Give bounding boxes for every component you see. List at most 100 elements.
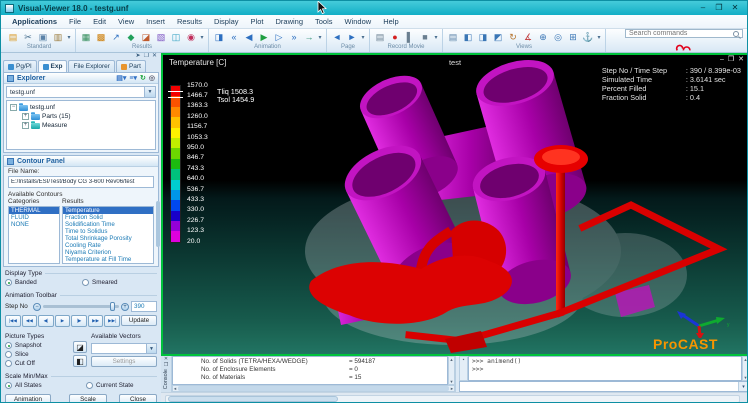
result-temperature[interactable]: Temperature [63, 207, 153, 214]
slice-tool-icon[interactable]: ◪ [73, 341, 87, 353]
rotate-view-icon[interactable]: ↻ [506, 31, 520, 44]
close-panel-button[interactable]: Close [119, 394, 157, 403]
tab-exp[interactable]: Exp [38, 60, 68, 72]
export-animation-icon[interactable]: → [302, 31, 316, 44]
combo-arrow-icon[interactable]: ▼ [144, 87, 155, 97]
cut-plane-icon[interactable]: ◪ [139, 31, 153, 44]
tree-item-measure[interactable]: +Measure [8, 121, 154, 130]
toolbar-overflow-icon[interactable]: ▾ [317, 34, 323, 41]
tree-filter-icon[interactable]: ▤▾ [116, 74, 126, 83]
update-button[interactable]: Update [121, 315, 157, 326]
toolbar-overflow-icon[interactable]: ▾ [66, 34, 72, 41]
menu-view[interactable]: View [113, 16, 139, 27]
console-tab[interactable]: ✕ ❐ Console [161, 356, 172, 392]
play-button[interactable]: ▶ [55, 315, 71, 327]
top-view-icon[interactable]: ◩ [491, 31, 505, 44]
picture-type-radio-snapshot[interactable] [5, 342, 12, 349]
scale-radio-all-states[interactable] [5, 382, 12, 389]
menu-tools[interactable]: Tools [310, 16, 338, 27]
menu-results[interactable]: Results [172, 16, 207, 27]
menu-applications[interactable]: Applications [7, 16, 62, 27]
file-name-input[interactable] [8, 176, 154, 188]
display-type-radio-banded[interactable] [5, 279, 12, 286]
picture-type-radio-slice[interactable] [5, 351, 12, 358]
menu-file[interactable]: File [64, 16, 86, 27]
tree-item-parts-15[interactable]: +Parts (15) [8, 112, 154, 121]
console-float-icon[interactable]: ❐ [164, 363, 168, 368]
tree-item-testg-unf[interactable]: −testg.unf [8, 103, 154, 112]
minimize-button[interactable]: – [695, 3, 711, 14]
python-command-input[interactable]: ▾ [459, 381, 748, 392]
tree-sort-icon[interactable]: ≡▾ [129, 74, 137, 83]
vector-plot-icon[interactable]: ↗ [109, 31, 123, 44]
step-forward-button[interactable]: |▶ [71, 315, 87, 327]
step-back-button[interactable]: ◀| [38, 315, 54, 327]
contour-icon[interactable]: ▩ [94, 31, 108, 44]
step-increment-button[interactable]: + [121, 303, 129, 311]
toolbar-overflow-icon[interactable]: ▾ [360, 34, 366, 41]
tab-pg-pl[interactable]: Pg/Pl [3, 60, 37, 72]
category-none[interactable]: NONE [9, 221, 59, 228]
result-time-to-solidus[interactable]: Time to Solidus [63, 228, 153, 235]
last-frame-icon[interactable]: » [287, 31, 301, 44]
load-results-icon[interactable]: ▦ [79, 31, 93, 44]
scroll-down-icon[interactable]: ▼ [744, 375, 748, 380]
picture-type-option-slice[interactable]: Slice [5, 350, 71, 359]
last-frame-button[interactable]: ▶▶| [104, 315, 120, 327]
next-frame-icon[interactable]: ▷ [272, 31, 286, 44]
step-slider-thumb[interactable] [110, 302, 115, 311]
menu-edit[interactable]: Edit [88, 16, 111, 27]
result-fraction-solid[interactable]: Fraction Solid [63, 214, 153, 221]
iso-surface-icon[interactable]: ◆ [124, 31, 138, 44]
picture-type-option-snapshot[interactable]: Snapshot [5, 341, 71, 350]
category-thermal[interactable]: THERMAL [9, 207, 59, 214]
tree-expander-icon[interactable]: − [10, 104, 17, 111]
fast-forward-button[interactable]: ▶▶ [88, 315, 104, 327]
menu-insert[interactable]: Insert [141, 16, 170, 27]
result-temperature-at-fill-time[interactable]: Temperature at Fill Time [63, 256, 153, 263]
menu-help[interactable]: Help [378, 16, 403, 27]
result-niyama-criterion[interactable]: Niyama Criterion [63, 249, 153, 256]
zoom-box-icon[interactable]: ◎ [551, 31, 565, 44]
vectors-dropdown-arrow[interactable]: ▼ [146, 344, 156, 353]
scroll-right-icon[interactable]: ► [450, 386, 454, 391]
toolbar-overflow-icon[interactable]: ▾ [596, 34, 602, 41]
search-icon[interactable] [733, 31, 739, 37]
history-dropdown-icon[interactable]: ▾ [738, 382, 748, 391]
step-slider[interactable] [43, 305, 119, 308]
result-total-shrinkage-porosity[interactable]: Total Shrinkage Porosity [63, 235, 153, 242]
envelope-icon[interactable]: ▧ [154, 31, 168, 44]
tab-part[interactable]: Part [116, 60, 146, 72]
menu-window[interactable]: Window [340, 16, 377, 27]
axis-triad-icon[interactable]: ∡ [521, 31, 535, 44]
next-page-icon[interactable]: ► [345, 31, 359, 44]
menu-drawing[interactable]: Drawing [270, 16, 308, 27]
probe-icon[interactable]: ◉ [184, 31, 198, 44]
restore-button[interactable]: ❐ [711, 3, 727, 14]
display-type-option-banded[interactable]: Banded [5, 278, 80, 287]
search-box[interactable] [625, 29, 743, 38]
scroll-down-icon[interactable]: ▼ [450, 379, 454, 384]
horizontal-scrollbar[interactable] [165, 395, 740, 403]
close-button[interactable]: ✕ [727, 3, 743, 14]
animation-button[interactable]: Animation [5, 394, 51, 403]
stop-icon[interactable]: ■ [418, 31, 432, 44]
viewport-restore-icon[interactable]: ❐ [728, 56, 734, 64]
viewport-minimize-icon[interactable]: – [720, 56, 724, 64]
display-type-option-smeared[interactable]: Smeared [82, 278, 157, 287]
vectors-dropdown[interactable]: ▼ [91, 343, 157, 354]
play-icon[interactable]: ▶ [257, 31, 271, 44]
tree-expander-icon[interactable]: + [22, 113, 29, 120]
menu-plot[interactable]: Plot [246, 16, 269, 27]
prev-page-icon[interactable]: ◄ [330, 31, 344, 44]
copy-icon[interactable]: ▣ [36, 31, 50, 44]
scale-option-current-state[interactable]: Current State [86, 381, 157, 390]
paste-icon[interactable]: ▥ [51, 31, 65, 44]
animate-icon[interactable]: ◨ [212, 31, 226, 44]
refresh-icon[interactable]: ↻ [140, 74, 146, 83]
zoom-in-icon[interactable]: ⊕ [536, 31, 550, 44]
picture-type-option-cut-off[interactable]: Cut Off [5, 359, 71, 368]
fit-view-icon[interactable]: ⊞ [566, 31, 580, 44]
scroll-up-icon[interactable]: ▲ [744, 357, 748, 362]
console-output[interactable]: No. of Solids (TETRA/HEXA/WEDGE)= 594187… [172, 356, 448, 385]
